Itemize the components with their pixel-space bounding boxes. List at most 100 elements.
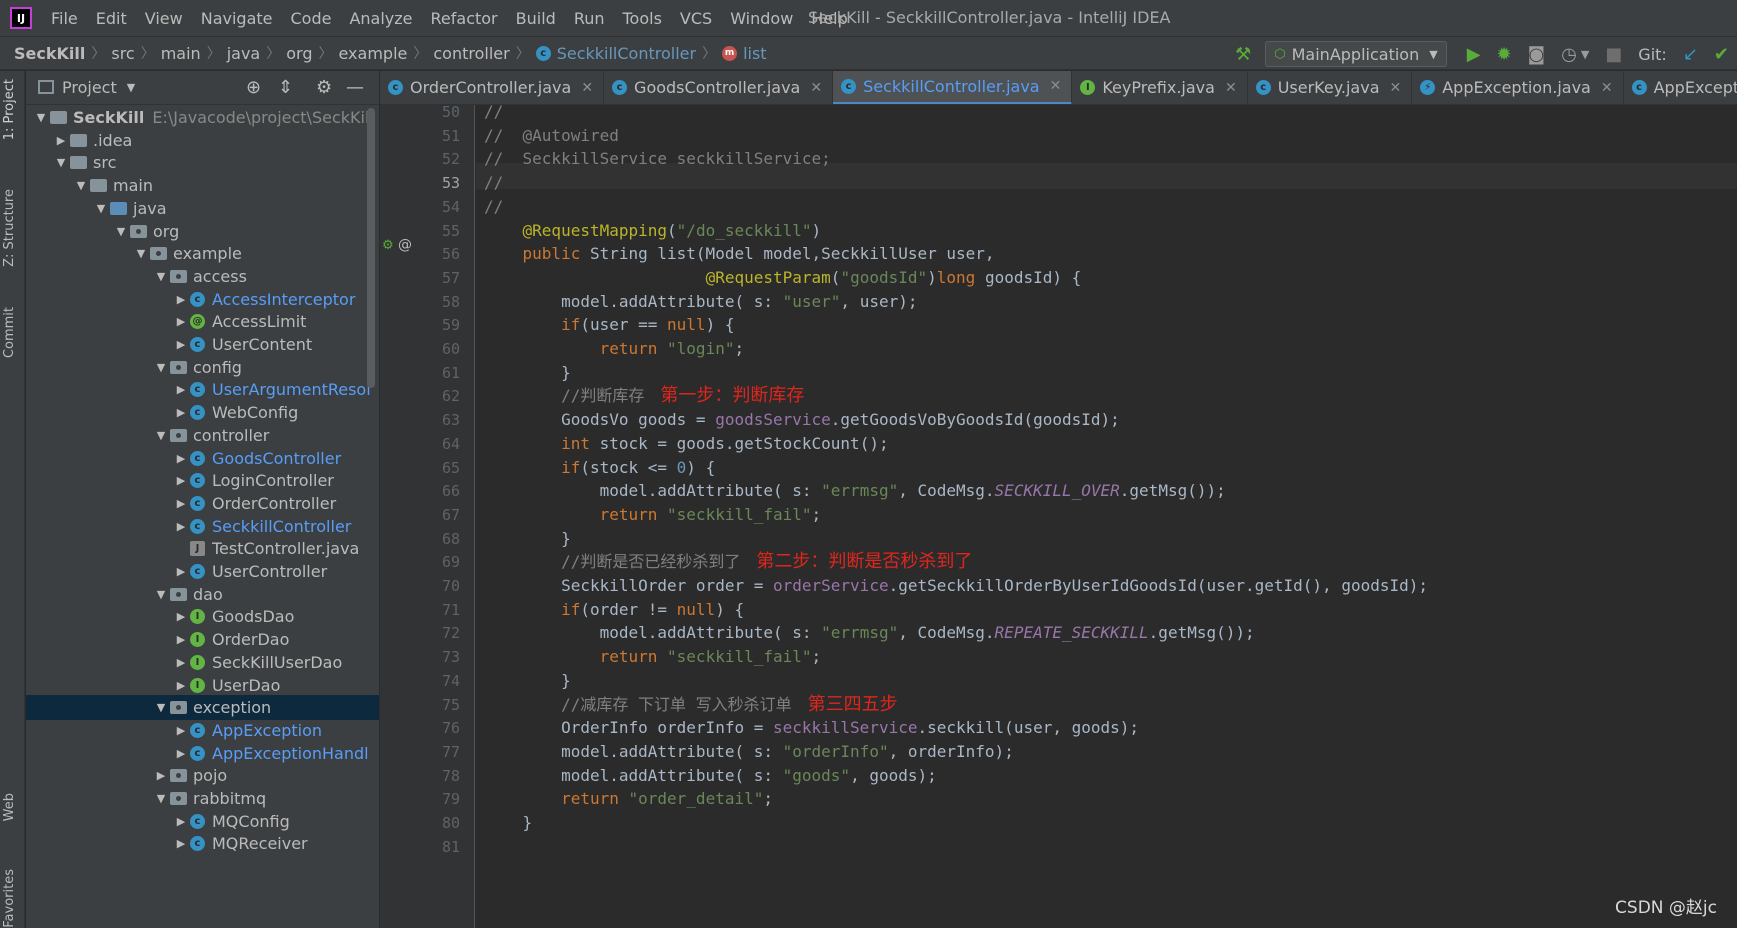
code-line[interactable]: @RequestMapping("/do_seckkill") (484, 218, 822, 244)
code-line[interactable]: OrderInfo orderInfo = seckkillService.se… (484, 715, 1139, 741)
code-line[interactable]: if(user == null) { (484, 312, 734, 338)
close-icon[interactable]: ✕ (1225, 80, 1237, 96)
structure-tool-tab[interactable]: Z: Structure (2, 189, 17, 267)
chevron-down-icon[interactable]: ▼ (127, 81, 135, 94)
code-line[interactable]: //判断库存 第一步：判断库存 (484, 383, 804, 409)
tree-item[interactable]: ▶ c MQConfig (26, 809, 379, 834)
menu-item-tools[interactable]: Tools (614, 9, 671, 28)
editor-tab[interactable]: I KeyPrefix.java ✕ (1072, 71, 1248, 104)
code-line[interactable]: } (484, 526, 571, 552)
expand-down-icon[interactable]: ▼ (52, 156, 70, 169)
expand-down-icon[interactable]: ▼ (92, 202, 110, 215)
tree-item[interactable]: ▶ c UserController (26, 559, 379, 584)
code-editor[interactable]: // // @Autowired// SeckkillService seckki… (476, 105, 1737, 928)
tree-item[interactable]: ▶ c SeckkillController (26, 514, 379, 539)
tree-item[interactable]: ▼ dao (26, 582, 379, 607)
tree-item[interactable]: ▶ c UserArgumentResol (26, 377, 379, 402)
tree-item[interactable]: ▶ @ AccessLimit (26, 309, 379, 334)
tree-item[interactable]: ▼ java (26, 196, 379, 221)
tree-item[interactable]: ▼ SeckKill E:\Javacode\project\SeckKill (26, 105, 379, 130)
menu-item-window[interactable]: Window (721, 9, 802, 28)
menu-item-edit[interactable]: Edit (87, 9, 136, 28)
menu-item-analyze[interactable]: Analyze (340, 9, 421, 28)
editor-tab[interactable]: ⚡ AppException.java ✕ (1412, 71, 1624, 104)
breadcrumb-java[interactable]: java (221, 44, 267, 63)
favorites-tool-tab[interactable]: Favorites (2, 869, 17, 928)
git-commit-icon[interactable]: ✔ (1714, 44, 1729, 65)
code-line[interactable]: // SeckkillService seckkillService; (484, 146, 831, 172)
close-icon[interactable]: ✕ (810, 80, 822, 96)
expand-right-icon[interactable]: ▶ (152, 769, 170, 782)
expand-right-icon[interactable]: ▶ (172, 383, 190, 396)
run-configuration-select[interactable]: ⬡ MainApplication ▼ (1265, 41, 1447, 67)
close-icon[interactable]: ✕ (1390, 80, 1402, 96)
collapse-all-icon[interactable]: ⇕ (278, 77, 293, 98)
breadcrumb-main[interactable]: main (155, 44, 207, 63)
code-line[interactable]: if(stock <= 0) { (484, 455, 715, 481)
menu-item-code[interactable]: Code (282, 9, 341, 28)
code-line[interactable]: //减库存 下订单 写入秒杀订单 第三四五步 (484, 692, 898, 718)
profile-icon[interactable]: ◷ (1561, 44, 1577, 65)
stop-icon[interactable]: ■ (1605, 44, 1622, 65)
expand-down-icon[interactable]: ▼ (152, 270, 170, 283)
code-line[interactable]: } (484, 668, 571, 694)
menu-item-view[interactable]: View (136, 9, 192, 28)
expand-right-icon[interactable]: ▶ (172, 406, 190, 419)
menu-item-file[interactable]: File (42, 9, 87, 28)
project-tree-scrollbar[interactable] (367, 108, 375, 388)
tree-item[interactable]: ▼ exception (26, 695, 379, 721)
expand-right-icon[interactable]: ▶ (172, 474, 190, 487)
tree-item[interactable]: ▼ src (26, 150, 379, 175)
code-line[interactable]: model.addAttribute( s: "goods", goods); (484, 763, 937, 789)
code-line[interactable]: model.addAttribute( s: "errmsg", CodeMsg… (484, 478, 1226, 504)
expand-right-icon[interactable]: ▶ (52, 134, 70, 147)
expand-down-icon[interactable]: ▼ (132, 247, 150, 260)
tree-item[interactable]: ▶ c GoodsController (26, 446, 379, 471)
code-line[interactable]: model.addAttribute( s: "errmsg", CodeMsg… (484, 620, 1255, 646)
expand-right-icon[interactable]: ▶ (172, 452, 190, 465)
web-tool-tab[interactable]: Web (2, 793, 17, 821)
code-line[interactable]: return "order_detail"; (484, 786, 773, 812)
expand-right-icon[interactable]: ▶ (172, 497, 190, 510)
tree-item[interactable]: ▶ c MQReceiver (26, 831, 379, 856)
menu-item-navigate[interactable]: Navigate (192, 9, 282, 28)
debug-icon[interactable]: ✹ (1497, 44, 1512, 65)
tree-item[interactable]: J TestController.java (26, 536, 379, 561)
code-line[interactable]: } (484, 810, 533, 836)
code-line[interactable]: // (484, 170, 503, 196)
menu-item-build[interactable]: Build (507, 9, 565, 28)
expand-right-icon[interactable]: ▶ (172, 315, 190, 328)
tree-item[interactable]: ▶ c AccessInterceptor (26, 287, 379, 312)
menu-item-run[interactable]: Run (565, 9, 614, 28)
expand-right-icon[interactable]: ▶ (172, 724, 190, 737)
code-line[interactable]: model.addAttribute( s: "user", user); (484, 289, 917, 315)
expand-right-icon[interactable]: ▶ (172, 610, 190, 623)
code-line[interactable]: GoodsVo goods = goodsService.getGoodsVoB… (484, 407, 1120, 433)
code-line[interactable]: // @Autowired (484, 123, 619, 149)
expand-right-icon[interactable]: ▶ (172, 293, 190, 306)
expand-right-icon[interactable]: ▶ (172, 565, 190, 578)
expand-down-icon[interactable]: ▼ (112, 225, 130, 238)
tree-item[interactable]: ▶ I UserDao (26, 673, 379, 698)
editor-tab[interactable]: c UserKey.java ✕ (1248, 71, 1413, 104)
close-icon[interactable]: ✕ (1050, 78, 1062, 94)
expand-down-icon[interactable]: ▼ (32, 111, 50, 124)
tree-item[interactable]: ▶ I SeckKillUserDao (26, 650, 379, 675)
git-update-icon[interactable]: ↙ (1683, 44, 1698, 65)
build-hammer-icon[interactable]: ⚒ (1235, 44, 1251, 65)
code-line[interactable]: SeckkillOrder order = orderService.getSe… (484, 573, 1428, 599)
code-line[interactable]: } (484, 360, 571, 386)
expand-right-icon[interactable]: ▶ (172, 815, 190, 828)
code-line[interactable]: @RequestParam("goodsId")long goodsId) { (484, 265, 1082, 291)
tree-item[interactable]: ▶ I GoodsDao (26, 604, 379, 629)
editor-tab[interactable]: c AppExceptionHandle (1624, 71, 1737, 104)
gear-icon[interactable]: ⚙ (316, 77, 332, 98)
project-panel-title[interactable]: Project (62, 78, 117, 97)
tree-item[interactable]: ▶ c OrderController (26, 491, 379, 516)
tree-item[interactable]: ▼ access (26, 264, 379, 289)
editor-tab[interactable]: c SeckkillController.java ✕ (833, 71, 1073, 104)
menu-item-refactor[interactable]: Refactor (422, 9, 507, 28)
breadcrumb-example[interactable]: example (332, 44, 413, 63)
tree-item[interactable]: ▶ pojo (26, 763, 379, 788)
tree-item[interactable]: ▼ rabbitmq (26, 786, 379, 811)
